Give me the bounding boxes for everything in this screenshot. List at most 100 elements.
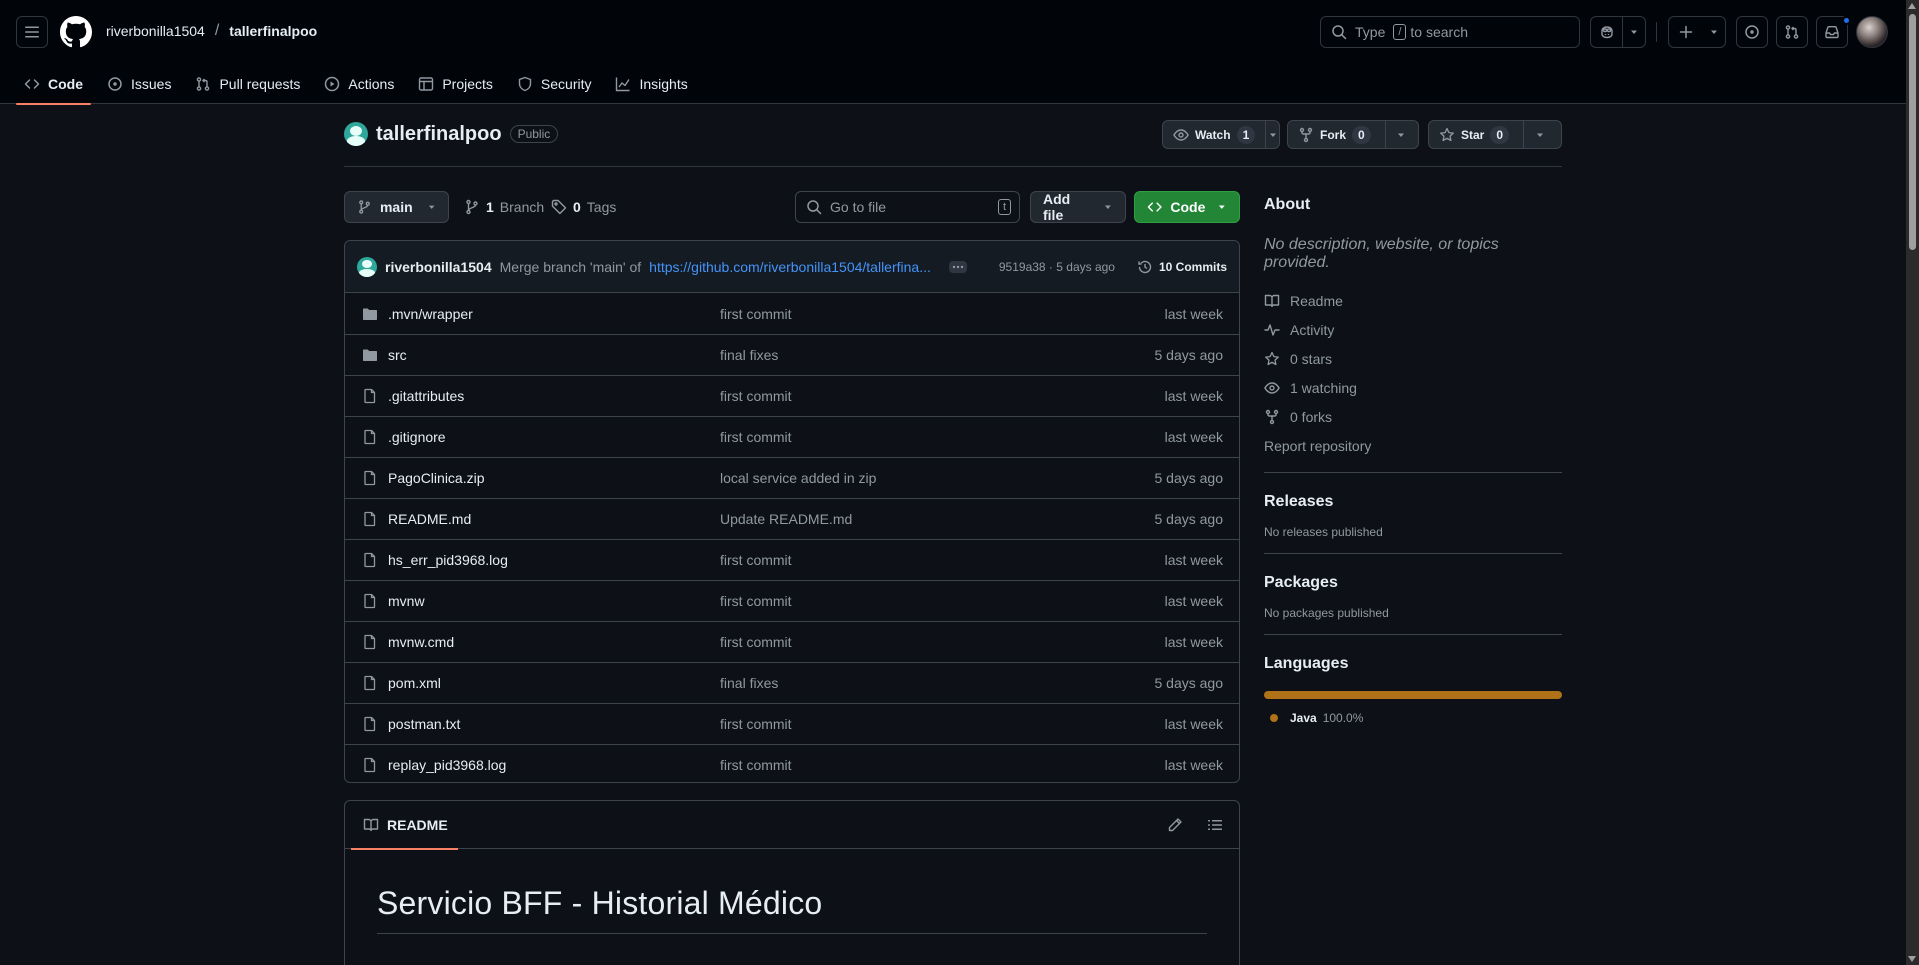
tab-actions[interactable]: Actions [316,64,402,104]
file-row[interactable]: mvnw.cmd first commit last week [345,621,1239,662]
file-commit-message[interactable]: Update README.md [720,511,852,527]
file-name-link[interactable]: PagoClinica.zip [388,470,485,486]
tab-security[interactable]: Security [509,64,600,104]
go-to-file-input[interactable]: Go to file t [795,191,1020,223]
file-row[interactable]: PagoClinica.zip local service added in zi… [345,457,1239,498]
fork-button[interactable]: Fork 0 [1287,120,1419,149]
commit-expand-button[interactable] [948,260,967,273]
activity-link[interactable]: Activity [1264,315,1562,344]
file-commit-message[interactable]: first commit [720,552,792,568]
book-icon [1264,294,1280,307]
menu-button[interactable] [16,16,48,48]
star-button[interactable]: Star 0 [1428,120,1562,149]
create-new-button[interactable] [1668,16,1726,48]
tab-projects[interactable]: Projects [410,64,501,104]
star-main[interactable]: Star 0 [1429,121,1523,148]
file-name-link[interactable]: replay_pid3968.log [388,757,506,773]
create-new-main[interactable] [1669,17,1703,47]
commits-history-link[interactable]: 10 Commits [1137,259,1227,275]
repo-name[interactable]: tallerfinalpoo [376,123,502,146]
file-name-link[interactable]: mvnw.cmd [388,634,454,650]
file-commit-message[interactable]: final fixes [720,675,778,691]
file-commit-message[interactable]: first commit [720,429,792,445]
copilot-dropdown[interactable] [1623,17,1645,47]
file-commit-message[interactable]: first commit [720,716,792,732]
watch-dropdown[interactable] [1265,121,1279,148]
file-name-link[interactable]: hs_err_pid3968.log [388,552,508,568]
tags-link[interactable]: 0 Tags [551,199,616,215]
copilot-main[interactable] [1591,17,1622,47]
create-new-dropdown[interactable] [1703,17,1725,47]
forks-link[interactable]: 0 forks [1264,402,1562,431]
pull-requests-shortcut-button[interactable] [1776,16,1808,48]
search-shortcut-key: / [1393,24,1407,40]
breadcrumb-owner[interactable]: riverbonilla1504 [106,23,205,39]
file-row[interactable]: src final fixes 5 days ago [345,334,1239,375]
user-avatar[interactable] [1856,16,1888,48]
file-row[interactable]: .gitattributes first commit last week [345,375,1239,416]
watch-main[interactable]: Watch 1 [1163,121,1265,148]
commit-author[interactable]: riverbonilla1504 [385,259,492,275]
file-commit-message[interactable]: first commit [720,306,792,322]
commit-message[interactable]: Merge branch 'main' of [500,259,642,275]
star-dropdown[interactable] [1523,121,1555,148]
tab-issues[interactable]: Issues [99,64,179,104]
scroll-thumb[interactable] [1909,14,1916,250]
packages-heading[interactable]: Packages [1264,574,1562,592]
breadcrumb-repo[interactable]: tallerfinalpoo [229,23,317,39]
file-row[interactable]: postman.txt first commit last week [345,703,1239,744]
page-scrollbar[interactable] [1906,0,1919,965]
readme-link[interactable]: Readme [1264,286,1562,315]
file-name-link[interactable]: README.md [388,511,471,527]
file-name-link[interactable]: .gitignore [388,429,446,445]
scroll-down-arrow-icon[interactable] [1908,956,1916,962]
fork-main[interactable]: Fork 0 [1288,121,1385,148]
file-row[interactable]: replay_pid3968.log first commit last week [345,744,1239,782]
file-row[interactable]: mvnw first commit last week [345,580,1239,621]
file-name-link[interactable]: src [388,347,407,363]
commit-link[interactable]: https://github.com/riverbonilla1504/tall… [649,259,931,275]
tab-code[interactable]: Code [16,64,91,105]
file-row[interactable]: pom.xml final fixes 5 days ago [345,662,1239,703]
commit-hash-time[interactable]: 9519a38 · 5 days ago [999,260,1115,274]
tab-insights[interactable]: Insights [607,64,695,104]
issues-shortcut-button[interactable] [1736,16,1768,48]
fork-dropdown[interactable] [1384,121,1417,148]
file-commit-message[interactable]: first commit [720,634,792,650]
add-file-button[interactable]: Add file [1030,191,1126,223]
language-entry-java[interactable]: Java 100.0% [1264,711,1562,725]
branches-count: 1 [486,199,494,215]
file-row[interactable]: .gitignore first commit last week [345,416,1239,457]
file-row[interactable]: README.md Update README.md 5 days ago [345,498,1239,539]
file-name-link[interactable]: postman.txt [388,716,460,732]
copilot-button[interactable] [1590,16,1646,48]
watch-button[interactable]: Watch 1 [1162,120,1280,149]
file-commit-message[interactable]: first commit [720,593,792,609]
list-outline-icon[interactable] [1207,817,1223,833]
stars-link[interactable]: 0 stars [1264,344,1562,373]
file-name-link[interactable]: .gitattributes [388,388,464,404]
releases-heading[interactable]: Releases [1264,493,1562,511]
pencil-icon[interactable] [1167,817,1183,833]
code-clone-button[interactable]: Code [1134,191,1240,223]
file-name-link[interactable]: .mvn/wrapper [388,306,473,322]
watching-link[interactable]: 1 watching [1264,373,1562,402]
file-row[interactable]: hs_err_pid3968.log first commit last week [345,539,1239,580]
readme-tab[interactable]: README [351,801,458,850]
commit-author-avatar[interactable] [357,256,377,277]
scroll-up-arrow-icon[interactable] [1908,3,1916,9]
file-commit-message[interactable]: first commit [720,757,792,773]
file-name-link[interactable]: mvnw [388,593,425,609]
file-commit-message[interactable]: first commit [720,388,792,404]
file-name-link[interactable]: pom.xml [388,675,441,691]
branches-link[interactable]: 1 Branch [464,199,544,215]
repo-owner-avatar[interactable] [344,122,368,146]
github-logo-icon[interactable] [60,16,92,48]
tab-pull-requests[interactable]: Pull requests [187,64,308,104]
branch-selector[interactable]: main [344,191,449,223]
file-commit-message[interactable]: final fixes [720,347,778,363]
file-row[interactable]: .mvn/wrapper first commit last week [345,293,1239,334]
file-commit-message[interactable]: local service added in zip [720,470,876,486]
report-repository-link[interactable]: Report repository [1264,431,1562,460]
global-search-input[interactable]: Type / to search [1320,16,1580,48]
